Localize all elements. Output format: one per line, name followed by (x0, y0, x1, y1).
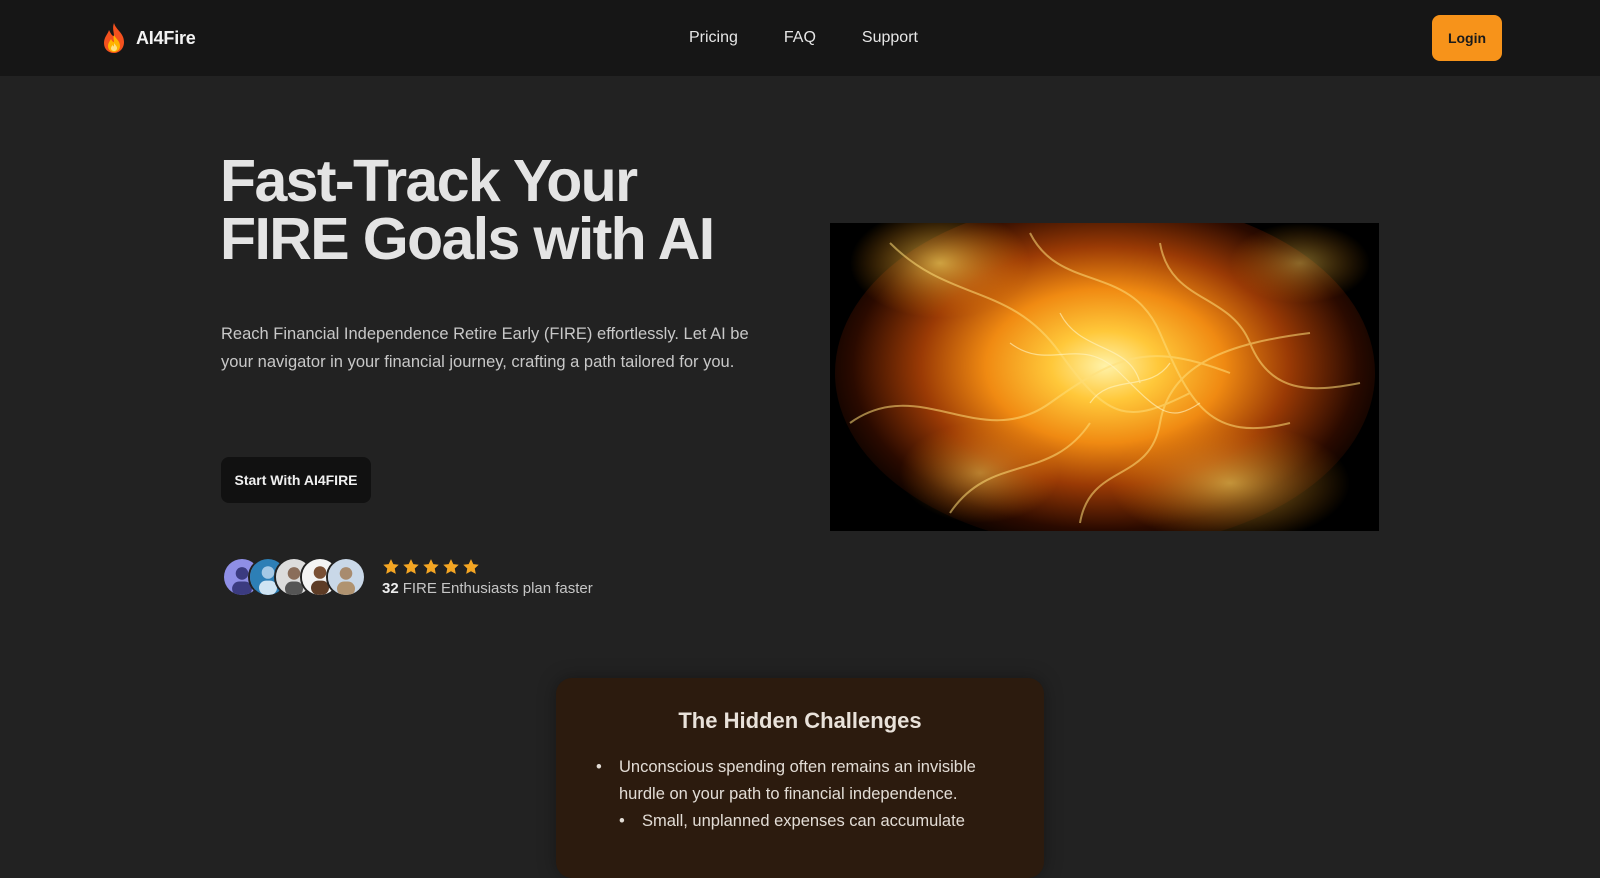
star-rating (382, 558, 593, 576)
hero-description: Reach Financial Independence Retire Earl… (221, 325, 749, 371)
star-icon (383, 558, 399, 574)
login-button[interactable]: Login (1432, 15, 1502, 61)
social-proof: 32 FIRE Enthusiasts plan faster (222, 557, 593, 597)
main-nav: Pricing FAQ Support (689, 26, 918, 50)
proof-text: 32 FIRE Enthusiasts plan faster (382, 580, 593, 597)
flame-icon (104, 23, 124, 53)
hero-title-line-1: Fast-Track Your (220, 148, 638, 214)
nav-link-pricing[interactable]: Pricing (689, 26, 738, 50)
star-icon (443, 558, 459, 574)
star-icon (403, 558, 419, 574)
enthusiast-label: FIRE Enthusiasts plan faster (402, 579, 593, 597)
enthusiast-count: 32 (382, 579, 399, 597)
avatar-group (222, 557, 366, 597)
challenge-list: Unconscious spending often remains an in… (596, 754, 1016, 835)
brand-name: AI4Fire (136, 27, 196, 48)
hero-title-line-2: FIRE Goals with AI (220, 206, 715, 272)
star-icon (463, 558, 479, 574)
fire-image (830, 223, 1379, 531)
brand-logo-link[interactable]: AI4Fire (100, 22, 196, 54)
star-icon (423, 558, 439, 574)
nav-link-support[interactable]: Support (862, 26, 918, 50)
challenges-title: The Hidden Challenges (678, 708, 922, 733)
avatar (326, 557, 366, 597)
list-item: Unconscious spending often remains an in… (596, 754, 1016, 808)
hidden-challenges-card: The Hidden Challenges Unconscious spendi… (556, 678, 1044, 878)
hero-title: Fast-Track Your FIRE Goals with AI (220, 148, 715, 272)
top-nav-bar: AI4Fire Pricing FAQ Support Login (0, 0, 1600, 76)
list-item: Small, unplanned expenses can accumulate (619, 808, 1016, 835)
start-with-ai4fire-button[interactable]: Start With AI4FIRE (221, 457, 371, 503)
nav-link-faq[interactable]: FAQ (784, 26, 816, 50)
rating-block: 32 FIRE Enthusiasts plan faster (382, 558, 593, 597)
